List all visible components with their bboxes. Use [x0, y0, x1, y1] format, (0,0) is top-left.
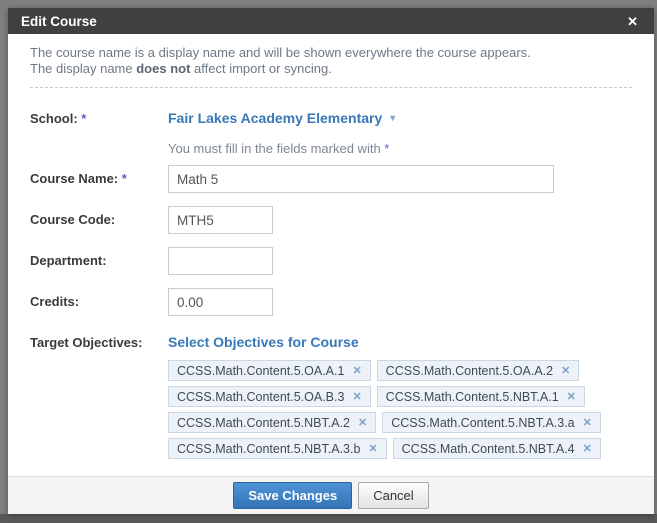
- school-dropdown-value: Fair Lakes Academy Elementary: [168, 110, 382, 126]
- objective-tag: CCSS.Math.Content.5.NBT.A.4 ✕: [393, 438, 601, 459]
- note-line1: The course name is a display name and wi…: [30, 45, 531, 60]
- required-marker: *: [81, 111, 86, 126]
- objective-tag-label: CCSS.Math.Content.5.NBT.A.2: [177, 416, 350, 430]
- required-marker: *: [384, 141, 389, 156]
- school-dropdown[interactable]: Fair Lakes Academy Elementary ▾: [168, 105, 395, 126]
- school-label: School: *: [30, 105, 168, 126]
- note-line2-bold: does not: [136, 61, 190, 76]
- credits-row: Credits:: [30, 288, 632, 316]
- credits-input[interactable]: [168, 288, 273, 316]
- note-line2-before: The display name: [30, 61, 136, 76]
- cancel-button[interactable]: Cancel: [358, 482, 428, 509]
- required-fields-helper: You must fill in the fields marked with …: [168, 141, 632, 156]
- remove-tag-icon[interactable]: ✕: [358, 416, 367, 429]
- remove-tag-icon[interactable]: ✕: [567, 390, 576, 403]
- objective-tag-label: CCSS.Math.Content.5.OA.A.1: [177, 364, 344, 378]
- objective-tag: CCSS.Math.Content.5.NBT.A.3.b ✕: [168, 438, 387, 459]
- required-marker: *: [122, 171, 127, 186]
- objective-tag-label: CCSS.Math.Content.5.NBT.A.4: [402, 442, 575, 456]
- dialog-header: Edit Course ✕: [8, 8, 654, 34]
- remove-tag-icon[interactable]: ✕: [561, 364, 570, 377]
- department-input[interactable]: [168, 247, 273, 275]
- objective-tag-label: CCSS.Math.Content.5.OA.A.2: [386, 364, 553, 378]
- save-changes-button[interactable]: Save Changes: [233, 482, 352, 509]
- objective-tag: CCSS.Math.Content.5.NBT.A.2 ✕: [168, 412, 376, 433]
- objective-tag: CCSS.Math.Content.5.OA.A.2 ✕: [377, 360, 580, 381]
- objective-tag-label: CCSS.Math.Content.5.NBT.A.3.a: [391, 416, 574, 430]
- objective-tag: CCSS.Math.Content.5.NBT.A.1 ✕: [377, 386, 585, 407]
- objective-tag: CCSS.Math.Content.5.OA.B.3 ✕: [168, 386, 371, 407]
- objective-tag-label: CCSS.Math.Content.5.NBT.A.3.b: [177, 442, 360, 456]
- dialog-body: The course name is a display name and wi…: [8, 34, 654, 476]
- edit-course-form: School: * Fair Lakes Academy Elementary …: [30, 105, 632, 459]
- note-line2-after: affect import or syncing.: [190, 61, 331, 76]
- course-code-label: Course Code:: [30, 206, 168, 227]
- course-name-row: Course Name: *: [30, 165, 632, 193]
- page-background-strip: [0, 514, 657, 523]
- target-objectives-label: Target Objectives:: [30, 329, 168, 350]
- close-icon[interactable]: ✕: [624, 13, 641, 30]
- objective-tag: CCSS.Math.Content.5.NBT.A.3.a ✕: [382, 412, 601, 433]
- remove-tag-icon[interactable]: ✕: [583, 416, 592, 429]
- course-name-label: Course Name: *: [30, 165, 168, 186]
- target-objectives-row: Target Objectives: Select Objectives for…: [30, 329, 632, 350]
- edit-course-dialog: Edit Course ✕ The course name is a displ…: [8, 8, 654, 514]
- dialog-footer: Save Changes Cancel: [8, 476, 654, 514]
- course-name-note: The course name is a display name and wi…: [30, 45, 632, 77]
- remove-tag-icon[interactable]: ✕: [352, 390, 361, 403]
- remove-tag-icon[interactable]: ✕: [352, 364, 361, 377]
- department-label: Department:: [30, 247, 168, 268]
- chevron-down-icon: ▾: [390, 113, 395, 124]
- department-row: Department:: [30, 247, 632, 275]
- school-row: School: * Fair Lakes Academy Elementary …: [30, 105, 632, 126]
- dialog-title: Edit Course: [21, 14, 624, 29]
- remove-tag-icon[interactable]: ✕: [368, 442, 377, 455]
- select-objectives-link[interactable]: Select Objectives for Course: [168, 329, 359, 350]
- credits-label: Credits:: [30, 288, 168, 309]
- objective-tag-label: CCSS.Math.Content.5.NBT.A.1: [386, 390, 559, 404]
- course-code-row: Course Code:: [30, 206, 632, 234]
- objective-tag: CCSS.Math.Content.5.OA.A.1 ✕: [168, 360, 371, 381]
- course-name-input[interactable]: [168, 165, 554, 193]
- dashed-divider: [30, 87, 632, 88]
- course-code-input[interactable]: [168, 206, 273, 234]
- objective-tag-label: CCSS.Math.Content.5.OA.B.3: [177, 390, 344, 404]
- remove-tag-icon[interactable]: ✕: [583, 442, 592, 455]
- objective-tags: CCSS.Math.Content.5.OA.A.1✕CCSS.Math.Con…: [168, 360, 620, 459]
